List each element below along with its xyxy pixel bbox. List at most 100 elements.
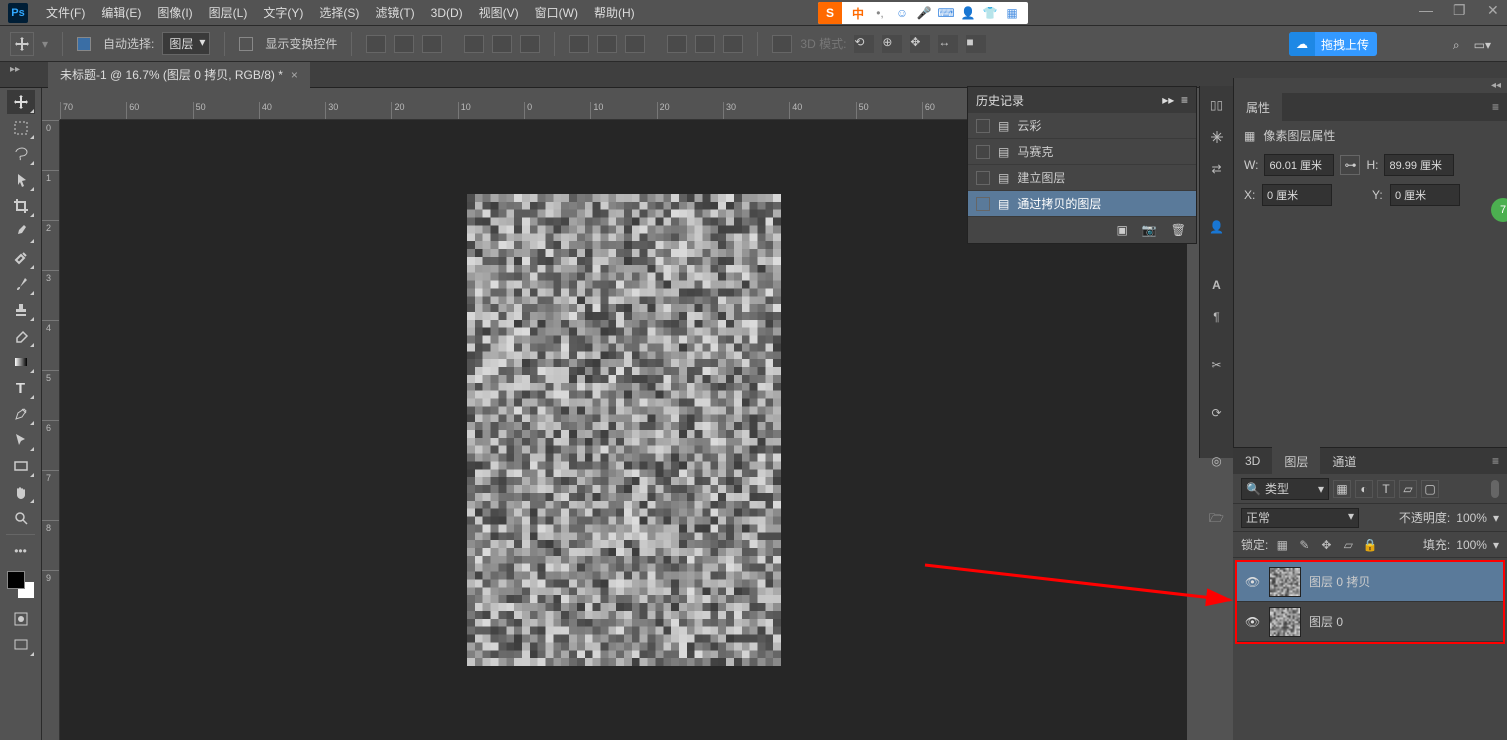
maximize-button[interactable]: ❐ xyxy=(1453,3,1467,17)
ime-keyboard-icon[interactable]: ⌨ xyxy=(938,5,954,21)
link-wh-icon[interactable]: ⊶ xyxy=(1340,155,1360,175)
filter-type-icon[interactable]: T xyxy=(1377,480,1395,498)
show-transform-checkbox[interactable] xyxy=(239,37,253,51)
menu-file[interactable]: 文件(F) xyxy=(38,0,93,25)
strip-tools-icon[interactable]: ✂ xyxy=(1204,352,1230,378)
ime-bar[interactable]: S 中 •, ☺ 🎤 ⌨ 👤 👕 ▦ xyxy=(818,2,1028,24)
strip-folder-icon[interactable]: 🗁 xyxy=(1204,506,1230,532)
history-item[interactable]: ▤建立图层 xyxy=(968,165,1196,191)
strip-histogram-icon[interactable]: ▯▯ xyxy=(1204,92,1230,118)
align-left-icon[interactable] xyxy=(464,35,484,53)
menu-layer[interactable]: 图层(L) xyxy=(201,0,256,25)
strip-refresh-icon[interactable]: ⟳ xyxy=(1204,400,1230,426)
strip-cc-icon[interactable]: ◎ xyxy=(1204,448,1230,474)
width-input[interactable] xyxy=(1264,154,1334,176)
document-tab[interactable]: 未标题-1 @ 16.7% (图层 0 拷贝, RGB/8) * × xyxy=(48,62,310,88)
ime-cn-icon[interactable]: 中 xyxy=(850,5,866,21)
menu-3d[interactable]: 3D(D) xyxy=(423,2,471,24)
close-button[interactable]: ✕ xyxy=(1487,3,1501,17)
search-icon[interactable]: ⌕ xyxy=(1453,38,1460,53)
distribute-hcenter-icon[interactable] xyxy=(695,35,715,53)
align-top-icon[interactable] xyxy=(366,35,386,53)
auto-select-checkbox[interactable] xyxy=(77,37,91,51)
quickmask-tool[interactable] xyxy=(7,607,35,631)
eyedropper-tool[interactable] xyxy=(7,220,35,244)
layer-name[interactable]: 图层 0 xyxy=(1309,613,1343,630)
tab-close-icon[interactable]: × xyxy=(291,68,298,82)
panel-collapse-icon[interactable]: ◂◂ xyxy=(1234,78,1507,93)
move-tool[interactable] xyxy=(7,90,35,114)
eraser-tool[interactable] xyxy=(7,324,35,348)
delete-state-icon[interactable]: 🗑 xyxy=(1171,223,1186,237)
ime-emoji-icon[interactable]: ☺ xyxy=(894,5,910,21)
type-tool[interactable]: T xyxy=(7,376,35,400)
auto-select-dropdown[interactable]: 图层 ▾ xyxy=(162,32,210,55)
three-d-roll-icon[interactable]: ⊕ xyxy=(882,35,902,53)
document-image[interactable] xyxy=(467,194,781,666)
layers-menu-icon[interactable]: ≡ xyxy=(1484,454,1507,468)
brush-tool[interactable] xyxy=(7,272,35,296)
upload-button[interactable]: ☁ 拖拽上传 xyxy=(1289,32,1377,56)
menu-select[interactable]: 选择(S) xyxy=(311,0,367,25)
layer-row[interactable]: 👁 图层 0 xyxy=(1237,602,1503,642)
crop-tool[interactable] xyxy=(7,194,35,218)
gradient-tool[interactable] xyxy=(7,350,35,374)
zoom-tool[interactable] xyxy=(7,506,35,530)
menu-text[interactable]: 文字(Y) xyxy=(255,0,311,25)
three-d-slide-icon[interactable]: ↔ xyxy=(938,35,958,53)
history-item[interactable]: ▤马赛克 xyxy=(968,139,1196,165)
properties-menu-icon[interactable]: ≡ xyxy=(1484,100,1507,114)
rectangle-tool[interactable] xyxy=(7,454,35,478)
y-input[interactable] xyxy=(1390,184,1460,206)
menu-view[interactable]: 视图(V) xyxy=(471,0,527,25)
menu-image[interactable]: 图像(I) xyxy=(149,0,200,25)
three-d-scale-icon[interactable]: ■ xyxy=(966,35,986,53)
height-input[interactable] xyxy=(1384,154,1454,176)
align-hcenter-icon[interactable] xyxy=(492,35,512,53)
tab-channels[interactable]: 通道 xyxy=(1320,447,1368,475)
collapse-icon[interactable]: ▸▸ xyxy=(1162,93,1174,107)
x-input[interactable] xyxy=(1262,184,1332,206)
three-d-pan-icon[interactable]: ✥ xyxy=(910,35,930,53)
fill-value[interactable]: 100% xyxy=(1456,538,1487,552)
strip-color-icon[interactable] xyxy=(1204,124,1230,150)
menu-edit[interactable]: 编辑(E) xyxy=(93,0,149,25)
strip-user-icon[interactable]: 👤 xyxy=(1204,214,1230,240)
lock-paint-icon[interactable]: ✎ xyxy=(1296,537,1312,553)
layer-filter-dropdown[interactable]: 🔍类型▾ xyxy=(1241,478,1329,500)
path-select-tool[interactable] xyxy=(7,428,35,452)
history-item[interactable]: ▤云彩 xyxy=(968,113,1196,139)
screen-mode[interactable] xyxy=(7,633,35,657)
pen-tool[interactable] xyxy=(7,402,35,426)
layer-thumbnail[interactable] xyxy=(1269,607,1301,637)
edit-toolbar[interactable]: ••• xyxy=(7,539,35,563)
menu-filter[interactable]: 滤镜(T) xyxy=(367,0,422,25)
hand-tool[interactable] xyxy=(7,480,35,504)
snapshot-icon[interactable]: 📷 xyxy=(1142,223,1157,237)
menu-window[interactable]: 窗口(W) xyxy=(527,0,586,25)
ime-user-icon[interactable]: 👤 xyxy=(960,5,976,21)
distribute-bottom-icon[interactable] xyxy=(625,35,645,53)
strip-character-icon[interactable]: A xyxy=(1204,272,1230,298)
create-document-icon[interactable]: ▣ xyxy=(1116,223,1127,237)
strip-adjust-icon[interactable]: ⇄ xyxy=(1204,156,1230,182)
align-right-icon[interactable] xyxy=(520,35,540,53)
minimize-button[interactable]: — xyxy=(1419,3,1433,17)
blend-mode-dropdown[interactable]: 正常▾ xyxy=(1241,508,1359,528)
ime-skin-icon[interactable]: 👕 xyxy=(982,5,998,21)
distribute-vcenter-icon[interactable] xyxy=(597,35,617,53)
strip-paragraph-icon[interactable]: ¶ xyxy=(1204,304,1230,330)
three-d-axis-icon[interactable] xyxy=(772,35,792,53)
align-vcenter-icon[interactable] xyxy=(394,35,414,53)
filter-adjust-icon[interactable]: ◐ xyxy=(1355,480,1373,498)
lock-all-icon[interactable]: 🔒 xyxy=(1362,537,1378,553)
lock-transparency-icon[interactable]: ▦ xyxy=(1274,537,1290,553)
foreground-color[interactable] xyxy=(7,571,25,589)
ime-toolbox-icon[interactable]: ▦ xyxy=(1004,5,1020,21)
tab-3d[interactable]: 3D xyxy=(1233,447,1272,475)
visibility-icon[interactable]: 👁 xyxy=(1245,615,1261,629)
filter-shape-icon[interactable]: ▱ xyxy=(1399,480,1417,498)
move-tool-preset[interactable] xyxy=(10,32,34,56)
ime-punct-icon[interactable]: •, xyxy=(872,5,888,21)
history-item[interactable]: ▤通过拷贝的图层 xyxy=(968,191,1196,217)
